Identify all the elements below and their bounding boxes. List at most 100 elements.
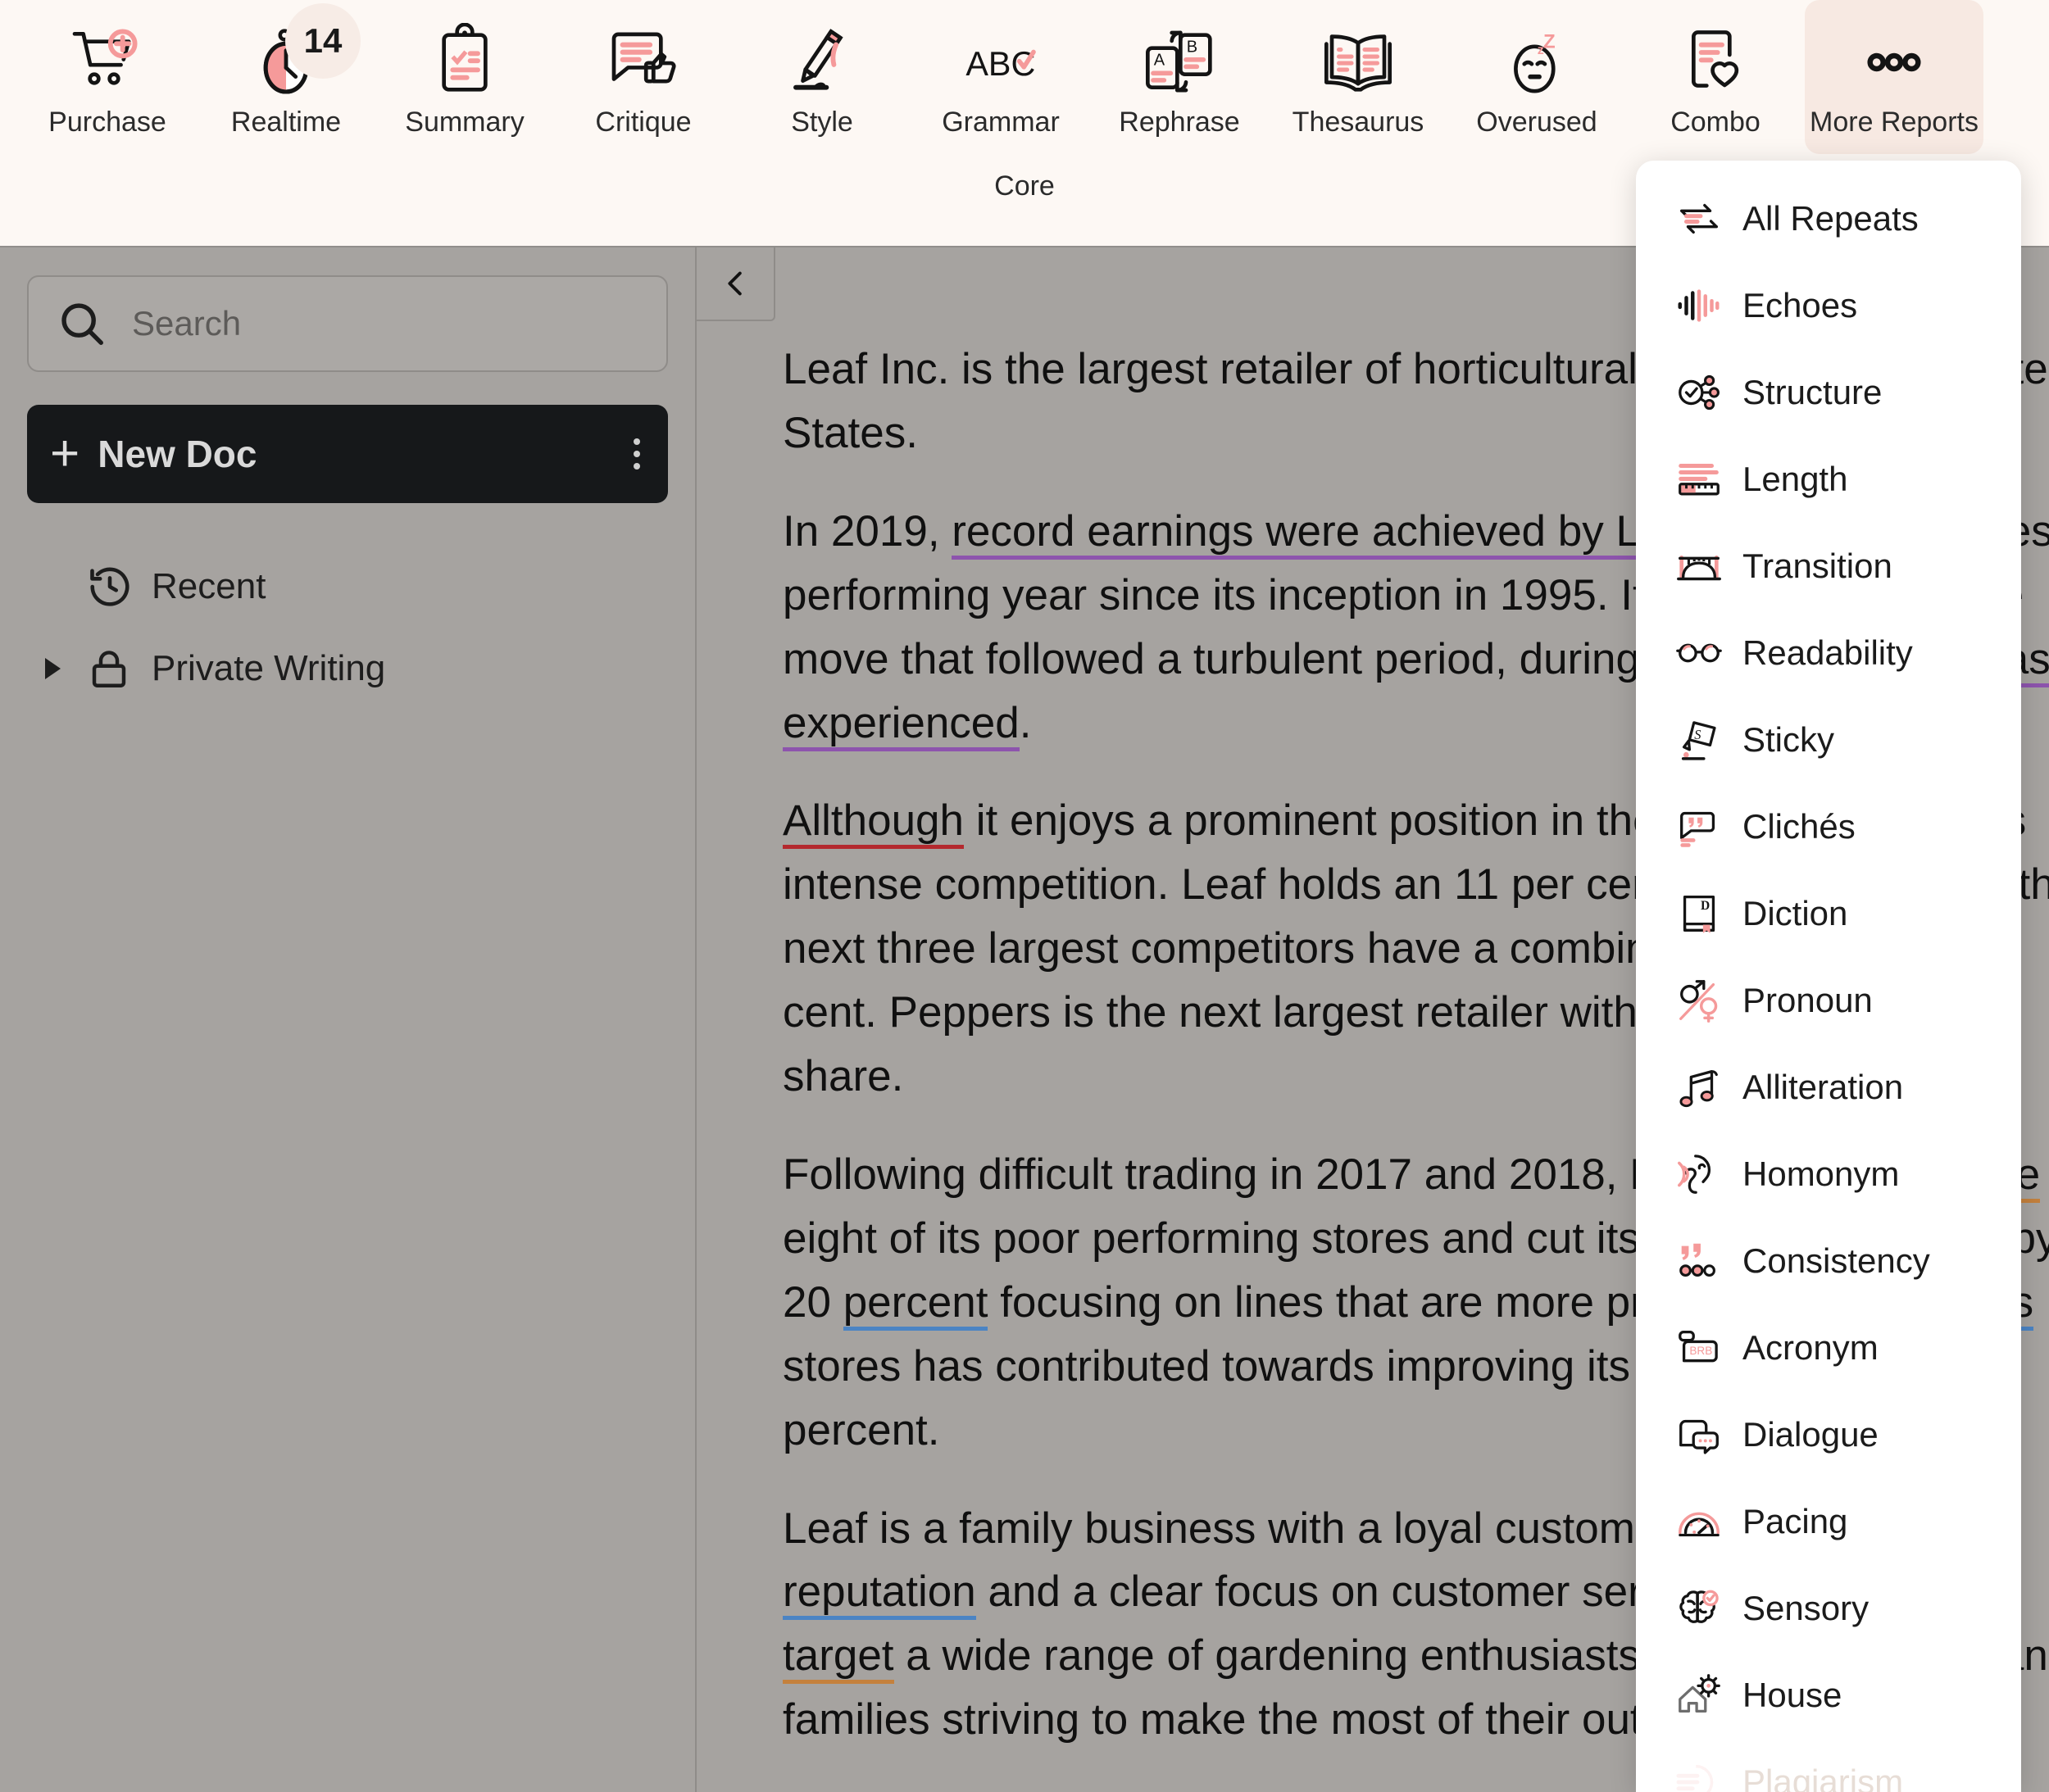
search-placeholder: Search (132, 304, 242, 343)
brain-check-icon (1674, 1583, 1742, 1634)
menu-item-consistency[interactable]: Consistency (1636, 1218, 2021, 1304)
pencil-icon (783, 18, 861, 107)
new-doc-button[interactable]: + New Doc (27, 405, 668, 503)
menu-item-structure[interactable]: Structure (1636, 349, 2021, 436)
menu-item-house[interactable]: House (1636, 1652, 2021, 1739)
app-root: Purchase 14 Realtime Summary Critique Style AB… (0, 0, 2049, 1792)
menu-item-length[interactable]: Length (1636, 436, 2021, 523)
ruler-icon (1674, 454, 1742, 505)
new-doc-label: New Doc (98, 433, 257, 475)
menu-item-label: Dialogue (1742, 1415, 1879, 1454)
search-icon (57, 298, 107, 349)
toolbar-tab-label: More Reports (1810, 107, 1979, 138)
toolbar-tab-label: Purchase (48, 107, 166, 138)
menu-item-all-repeats[interactable]: All Repeats (1636, 175, 2021, 262)
sidebar-item-recent[interactable]: Recent (27, 546, 668, 628)
svg-text:B: B (1187, 39, 1197, 57)
abc-check-icon: ABC (961, 18, 1040, 107)
menu-item-plagiarism[interactable]: Plagiarism (1636, 1739, 2021, 1792)
clipboard-check-icon (425, 18, 504, 107)
menu-item-label: Pacing (1742, 1502, 1848, 1540)
menu-item-pronoun[interactable]: Pronoun (1636, 957, 2021, 1044)
toolbar-tab-label: Overused (1476, 107, 1597, 138)
toolbar-tab-critique[interactable]: Critique (554, 0, 733, 154)
toolbar-tab-row: Purchase 14 Realtime Summary Critique Style AB… (0, 0, 2049, 156)
toolbar-tab-more-reports[interactable]: More Reports (1805, 0, 1983, 154)
plagiarism-gauge-icon (1674, 1757, 1742, 1792)
menu-item-readability[interactable]: Readability (1636, 610, 2021, 696)
toolbar-tab-purchase[interactable]: Purchase (18, 0, 197, 154)
brb-chat-icon: BRB (1674, 1322, 1742, 1373)
toolbar-tab-label: Realtime (230, 107, 342, 138)
core-label: Core (994, 170, 1055, 202)
toolbar-tab-overused[interactable]: Zz Overused (1447, 0, 1626, 154)
toolbar-tab-label: Thesaurus (1292, 107, 1424, 138)
menu-item-label: All Repeats (1742, 199, 1919, 238)
speech-bubbles-icon (1674, 1409, 1742, 1460)
toolbar-tab-label: Summary (405, 107, 525, 138)
quotes-dots-icon (1674, 1236, 1742, 1286)
menu-item-homonym[interactable]: Homonym (1636, 1131, 2021, 1218)
toolbar-tab-realtime[interactable]: 14 Realtime (197, 0, 375, 154)
menu-item-label: Sensory (1742, 1589, 1870, 1627)
menu-item-transition[interactable]: Transition (1636, 523, 2021, 610)
toolbar-tab-label: Style (791, 107, 853, 138)
menu-item-sensory[interactable]: Sensory (1636, 1565, 2021, 1652)
shopping-cart-plus-icon (68, 18, 147, 107)
toolbar-tab-label: Critique (595, 107, 692, 138)
swap-documents-icon: AB (1140, 18, 1219, 107)
highlighter-tag-icon: S (1674, 715, 1742, 765)
menu-item-diction[interactable]: D Diction (1636, 870, 2021, 957)
menu-item-label: Clichés (1742, 807, 1856, 846)
sidebar: Search + New Doc Recent Private Writing (0, 246, 695, 1792)
bridge-icon (1674, 541, 1742, 592)
highlighted-text-purple[interactable]: record earnings were achieved by Leaf (952, 506, 1701, 560)
menu-item-echoes[interactable]: Echoes (1636, 262, 2021, 349)
lock-icon (86, 646, 152, 692)
menu-item-label: Acronym (1742, 1328, 1879, 1367)
sidebar-item-private-writing[interactable]: Private Writing (27, 628, 668, 710)
toolbar-tab-rephrase[interactable]: A B Rephrase (1090, 0, 1269, 154)
menu-item-label: Readability (1742, 633, 1913, 672)
dictionary-book-icon: D (1674, 888, 1742, 939)
menu-item-label: Sticky (1742, 720, 1835, 759)
sidebar-item-label: Private Writing (152, 648, 386, 688)
menu-item-label: Echoes (1742, 286, 1858, 324)
menu-item-dialogue[interactable]: Dialogue (1636, 1391, 2021, 1478)
document-heart-icon (1676, 18, 1755, 107)
menu-item-label: Pronoun (1742, 981, 1873, 1019)
menu-item-label: Consistency (1742, 1241, 1930, 1280)
menu-item-label: Homonym (1742, 1155, 1900, 1193)
sidebar-collapse-button[interactable] (697, 247, 775, 321)
search-input[interactable]: Search (27, 275, 668, 372)
toolbar-tab-summary[interactable]: Summary (375, 0, 554, 154)
toolbar-tab-combo[interactable]: Combo (1626, 0, 1805, 154)
history-clock-icon (86, 563, 152, 610)
menu-item-label: Transition (1742, 547, 1892, 585)
svg-text:S: S (1694, 727, 1701, 742)
svg-text:A: A (1154, 52, 1165, 70)
highlighted-text-red[interactable]: Allthough (783, 796, 965, 850)
toolbar-tab-thesaurus[interactable]: Thesaurus (1269, 0, 1447, 154)
kebab-menu-icon[interactable] (634, 438, 640, 470)
menu-item-label: House (1742, 1676, 1842, 1714)
sleeping-face-icon: Zz (1497, 18, 1576, 107)
toolbar-tab-style[interactable]: Style (733, 0, 911, 154)
menu-item-acronym[interactable]: BRB Acronym (1636, 1304, 2021, 1391)
highlighted-text-blue[interactable]: reputation (783, 1567, 976, 1621)
toolbar-tab-grammar[interactable]: ABC Grammar (911, 0, 1090, 154)
menu-item-sticky[interactable]: S Sticky (1636, 696, 2021, 783)
caret-right-icon[interactable] (45, 658, 61, 679)
chevron-left-icon (719, 264, 752, 303)
toolbar-tab-label: Combo (1670, 107, 1761, 138)
repeat-arrows-icon (1674, 193, 1742, 244)
more-reports-dropdown: All Repeats Echoes Structure Length Transiti… (1636, 161, 2021, 1792)
menu-item-alliteration[interactable]: Alliteration (1636, 1044, 2021, 1131)
menu-item-pacing[interactable]: Pacing (1636, 1478, 2021, 1565)
toolbar-tab-label: Grammar (942, 107, 1060, 138)
menu-item-clich-s[interactable]: Clichés (1636, 783, 2021, 870)
menu-item-label: Diction (1742, 894, 1848, 932)
menu-item-label: Length (1742, 460, 1848, 498)
node-network-icon (1674, 367, 1742, 418)
highlighted-text-blue[interactable]: percent (843, 1277, 988, 1331)
